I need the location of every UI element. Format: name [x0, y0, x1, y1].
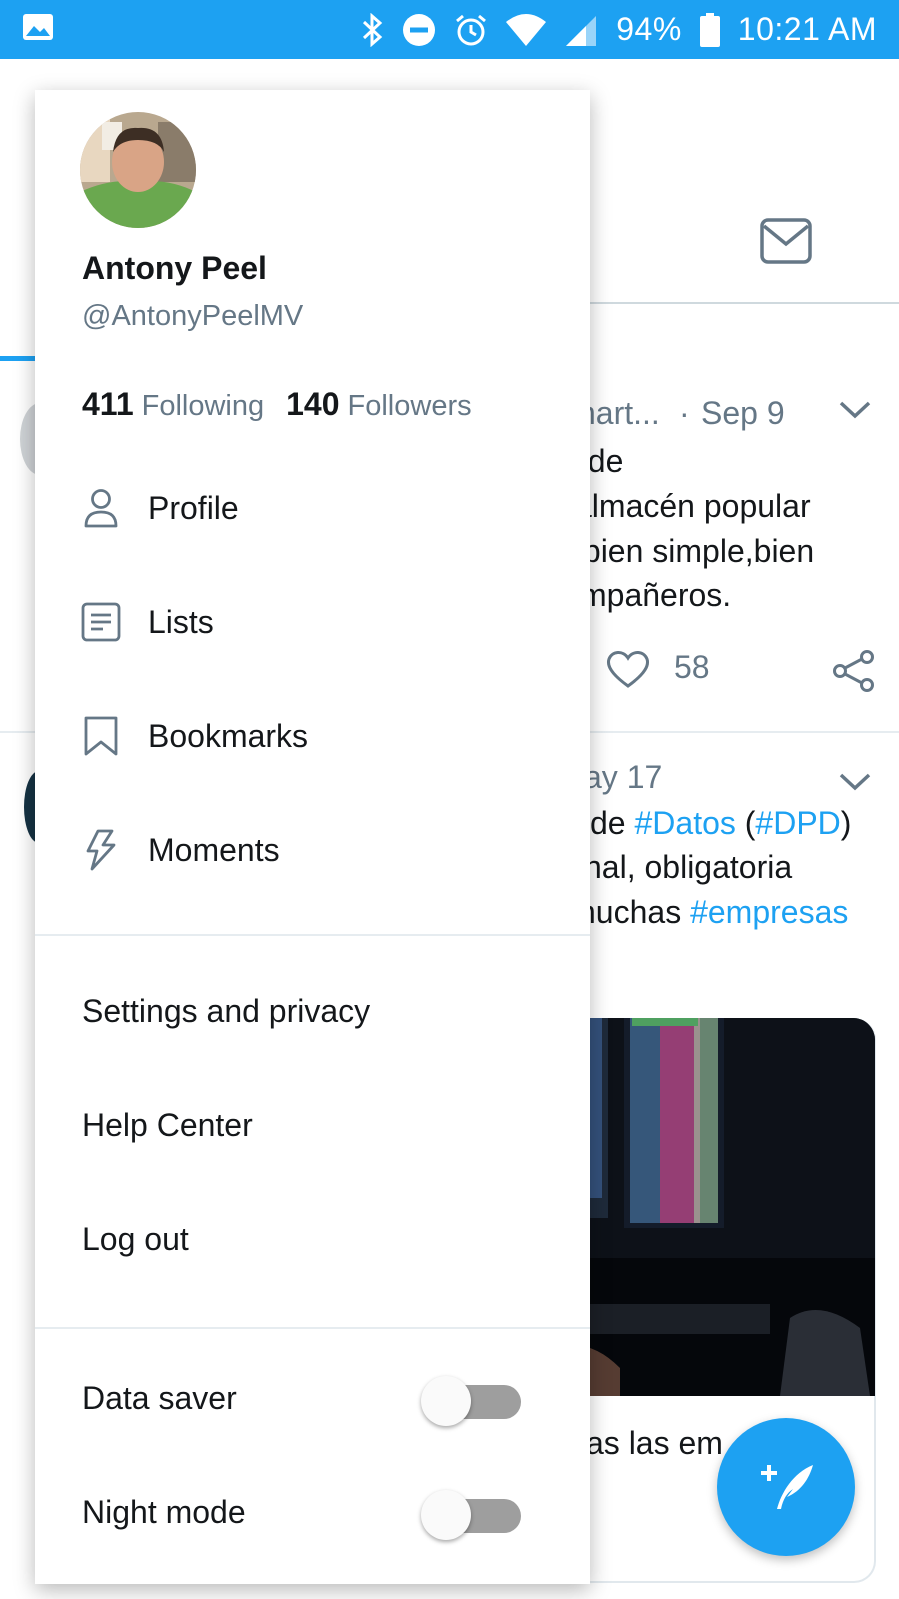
- night-mode-toggle[interactable]: [421, 1490, 525, 1540]
- following-link[interactable]: 411 Following: [82, 386, 265, 422]
- heart-icon[interactable]: [606, 649, 650, 694]
- following-label: Following: [141, 390, 265, 422]
- menu-item-label: Bookmarks: [148, 717, 309, 754]
- bluetooth-icon: [362, 12, 384, 47]
- profile-name[interactable]: Antony Peel: [82, 250, 267, 287]
- tweet1-line-2: almacén popular: [574, 488, 811, 524]
- navigation-drawer: Antony Peel @AntonyPeelMV 411 Following 14…: [35, 90, 590, 1584]
- profile-handle[interactable]: @AntonyPeelMV: [82, 300, 303, 333]
- followers-link[interactable]: 140 Followers: [286, 386, 472, 422]
- do-not-disturb-icon: [402, 13, 436, 47]
- tweet2-date[interactable]: ay 17: [584, 759, 662, 796]
- night-mode-row: Night mode: [35, 1476, 590, 1556]
- menu-item-label: Moments: [148, 831, 280, 868]
- data-saver-row: Data saver: [35, 1362, 590, 1442]
- followers-count: 140: [286, 386, 340, 422]
- settings-and-privacy-link[interactable]: Settings and privacy: [82, 993, 370, 1030]
- avatar[interactable]: [80, 112, 196, 228]
- alarm-icon: [454, 13, 488, 47]
- tweet2-text: ): [840, 805, 852, 841]
- menu-item-profile[interactable]: Profile: [35, 468, 590, 548]
- gallery-notification-icon: [22, 13, 54, 46]
- menu-divider: [35, 1327, 590, 1329]
- bookmark-icon: [79, 714, 123, 758]
- lightning-icon: [79, 828, 123, 872]
- tweet2-text: nuchas: [578, 894, 691, 930]
- header-divider: [580, 302, 899, 304]
- menu-item-lists[interactable]: Lists: [35, 582, 590, 662]
- tweet2-line-2: nal, obligatoria: [584, 849, 793, 885]
- tweet1-like-count: 58: [674, 649, 710, 685]
- compose-tweet-button[interactable]: [717, 1418, 855, 1556]
- list-icon: [79, 600, 123, 644]
- compose-feather-icon: [757, 1459, 815, 1516]
- following-count: 411: [82, 386, 134, 422]
- toggle-thumb: [421, 1376, 471, 1426]
- tweet1-author[interactable]: nart...: [578, 395, 660, 432]
- menu-item-label: Profile: [148, 489, 239, 526]
- tweet-card-image[interactable]: [560, 1018, 875, 1396]
- person-icon: [79, 486, 123, 530]
- tweet2-line-1: de #Datos (#DPD): [590, 805, 851, 842]
- follow-counts: 411 Following 140 Followers: [82, 386, 472, 423]
- tweet2-text: (: [735, 805, 756, 841]
- tweet2-line-3: nuchas #empresas: [578, 894, 848, 931]
- battery-icon: [699, 12, 720, 47]
- help-center-link[interactable]: Help Center: [82, 1107, 253, 1144]
- tweet2-chevron-down-icon[interactable]: [838, 771, 872, 798]
- hashtag-dpd[interactable]: #DPD: [755, 805, 840, 841]
- active-tab-indicator: [0, 356, 40, 361]
- messages-mail-icon[interactable]: [760, 218, 812, 269]
- data-saver-label: Data saver: [82, 1380, 237, 1416]
- followers-label: Followers: [347, 390, 472, 422]
- share-icon[interactable]: [832, 649, 876, 698]
- menu-divider: [35, 934, 590, 936]
- status-bar: 94% 10:21 AM: [0, 0, 899, 59]
- menu-item-moments[interactable]: Moments: [35, 810, 590, 890]
- menu-item-label: Lists: [148, 603, 214, 640]
- toggle-thumb: [421, 1490, 471, 1540]
- tweet1-line-4: mpañeros.: [580, 577, 732, 613]
- tweet1-line-3: .bien simple,bien: [574, 533, 815, 569]
- clock: 10:21 AM: [737, 11, 877, 47]
- tweet1-date[interactable]: Sep 9: [701, 395, 785, 432]
- tweet1-chevron-down-icon[interactable]: [838, 399, 872, 426]
- tweet2-text: de: [590, 805, 635, 841]
- wifi-icon: [506, 13, 547, 46]
- battery-percent: 94%: [616, 11, 682, 47]
- data-saver-toggle[interactable]: [421, 1376, 525, 1426]
- night-mode-label: Night mode: [82, 1494, 246, 1530]
- hashtag-datos[interactable]: #Datos: [634, 805, 735, 841]
- card-caption: as las em: [586, 1425, 723, 1461]
- tweet1-date-separator: ·: [679, 395, 690, 431]
- hashtag-empresas[interactable]: #empresas: [690, 894, 848, 930]
- cell-signal-icon: [564, 14, 598, 46]
- menu-item-bookmarks[interactable]: Bookmarks: [35, 696, 590, 776]
- log-out-link[interactable]: Log out: [82, 1221, 189, 1258]
